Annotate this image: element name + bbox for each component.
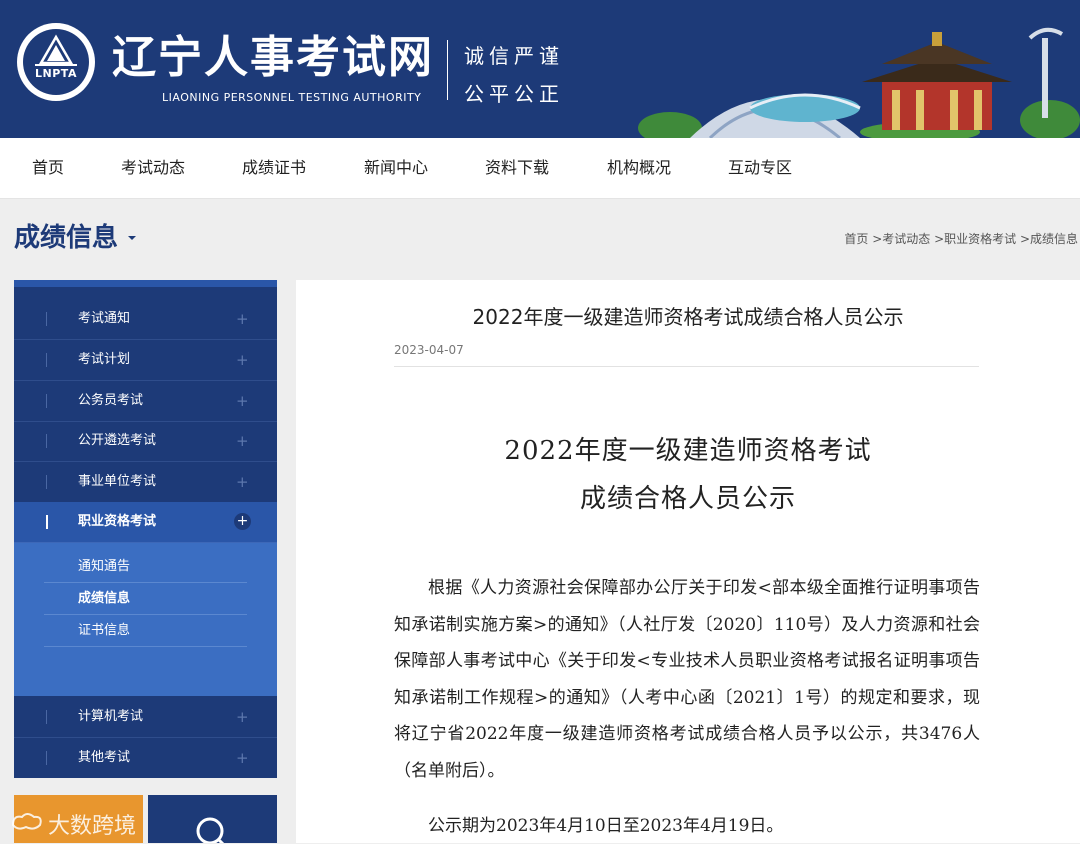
expand-plus-icon[interactable]: + <box>234 513 251 530</box>
expand-plus-icon[interactable]: + <box>236 340 249 380</box>
site-title[interactable]: 辽宁人事考试网 <box>112 30 434 86</box>
logo-abbreviation: LNPTA <box>35 67 77 80</box>
submenu-item-notices[interactable]: 通知通告 <box>44 551 247 583</box>
expand-plus-icon[interactable]: + <box>236 738 249 778</box>
city-skyline-illustration <box>638 27 1080 138</box>
sidebar-item-exam-plans[interactable]: 考试计划 + <box>14 340 277 381</box>
article-paragraph-2: 公示期为2023年4月10日至2023年4月19日。 <box>428 816 784 836</box>
article-divider <box>394 366 979 367</box>
article-panel: 2022年度一级建造师资格考试成绩合格人员公示 2023-04-07 2022年… <box>296 280 1080 843</box>
article-date: 2023-04-07 <box>394 343 464 357</box>
sidebar-item-label: 职业资格考试 <box>78 514 157 529</box>
nav-item-exam-news[interactable]: 考试动态 <box>121 138 185 198</box>
item-marker <box>46 710 47 724</box>
sidebar-item-label: 计算机考试 <box>78 709 144 724</box>
sidebar-item-exam-notices[interactable]: 考试通知 + <box>14 299 277 340</box>
nav-item-about[interactable]: 机构概况 <box>607 138 671 198</box>
sidebar-submenu: 通知通告 成绩信息 证书信息 <box>14 543 277 696</box>
sidebar-item-professional-qualification[interactable]: 职业资格考试 + <box>14 502 277 543</box>
item-marker <box>46 434 47 448</box>
article-heading-line-1: 2022年度一级建造师资格考试 <box>504 436 872 466</box>
site-logo[interactable]: LNPTA <box>17 23 95 101</box>
search-tile[interactable] <box>148 795 277 843</box>
sidebar-menu: 考试通知 + 考试计划 + 公务员考试 + 公开遴选考试 + 事业单位考试 + … <box>14 280 277 778</box>
article-title: 2022年度一级建造师资格考试成绩合格人员公示 <box>472 305 904 329</box>
logo-emblem-icon <box>35 34 77 66</box>
sidebar-item-label: 公开遴选考试 <box>78 433 157 448</box>
article-paragraph-1: 根据《人力资源社会保障部办公厅关于印发<部本级全面推行证明事项告知承诺制实施方案… <box>394 578 980 781</box>
item-marker <box>46 312 47 326</box>
sidebar-item-label: 事业单位考试 <box>78 474 157 489</box>
section-title: 成绩信息 <box>14 223 119 253</box>
watermark-text: 大数跨境 <box>48 814 137 839</box>
sidebar-item-civil-service[interactable]: 公务员考试 + <box>14 381 277 422</box>
submenu-item-certificate-info[interactable]: 证书信息 <box>44 615 247 647</box>
nav-item-downloads[interactable]: 资料下载 <box>485 138 549 198</box>
motto-line-1: 诚信严谨 <box>464 44 564 68</box>
item-marker <box>46 475 47 489</box>
sidebar-item-label: 考试通知 <box>78 311 131 326</box>
submenu-item-label: 成绩信息 <box>78 591 131 606</box>
sidebar-item-computer-exam[interactable]: 计算机考试 + <box>14 697 277 738</box>
submenu-item-label: 证书信息 <box>78 623 131 638</box>
motto-line-2: 公平公正 <box>464 82 564 106</box>
watermark: 大数跨境 <box>10 808 136 840</box>
item-marker <box>46 515 48 529</box>
search-icon <box>196 817 225 843</box>
breadcrumb[interactable]: 首页 >考试动态 >职业资格考试 >成绩信息 <box>844 230 1078 247</box>
sidebar-item-open-selection[interactable]: 公开遴选考试 + <box>14 421 277 462</box>
caret-down-icon <box>128 236 136 240</box>
site-header: LNPTA 辽宁人事考试网 LIAONING PERSONNEL TESTING… <box>0 0 1080 138</box>
nav-item-home[interactable]: 首页 <box>32 138 64 198</box>
nav-item-scores-certificates[interactable]: 成绩证书 <box>242 138 306 198</box>
expand-plus-icon[interactable]: + <box>236 462 249 502</box>
site-subtitle: LIAONING PERSONNEL TESTING AUTHORITY <box>162 91 422 104</box>
sidebar-item-label: 考试计划 <box>78 352 131 367</box>
nav-item-news-center[interactable]: 新闻中心 <box>364 138 428 198</box>
nav-item-interaction[interactable]: 互动专区 <box>728 138 792 198</box>
watermark-logo-icon <box>10 811 48 839</box>
item-marker <box>46 394 47 408</box>
submenu-item-label: 通知通告 <box>78 559 131 574</box>
item-marker <box>46 353 47 367</box>
expand-plus-icon[interactable]: + <box>236 381 249 421</box>
header-divider <box>447 40 448 100</box>
main-navigation: 首页 考试动态 成绩证书 新闻中心 资料下载 机构概况 互动专区 <box>0 138 1080 199</box>
expand-plus-icon[interactable]: + <box>236 421 249 461</box>
article-heading-line-2: 成绩合格人员公示 <box>579 484 796 514</box>
sidebar-item-label: 公务员考试 <box>78 393 144 408</box>
expand-plus-icon[interactable]: + <box>236 697 249 737</box>
item-marker <box>46 751 47 765</box>
sidebar-item-public-institution[interactable]: 事业单位考试 + <box>14 462 277 503</box>
sidebar-item-label: 其他考试 <box>78 750 131 765</box>
sidebar-item-other-exams[interactable]: 其他考试 + <box>14 738 277 778</box>
expand-plus-icon[interactable]: + <box>236 299 249 339</box>
submenu-item-score-info[interactable]: 成绩信息 <box>44 583 247 615</box>
sidebar-top-band <box>14 280 277 287</box>
